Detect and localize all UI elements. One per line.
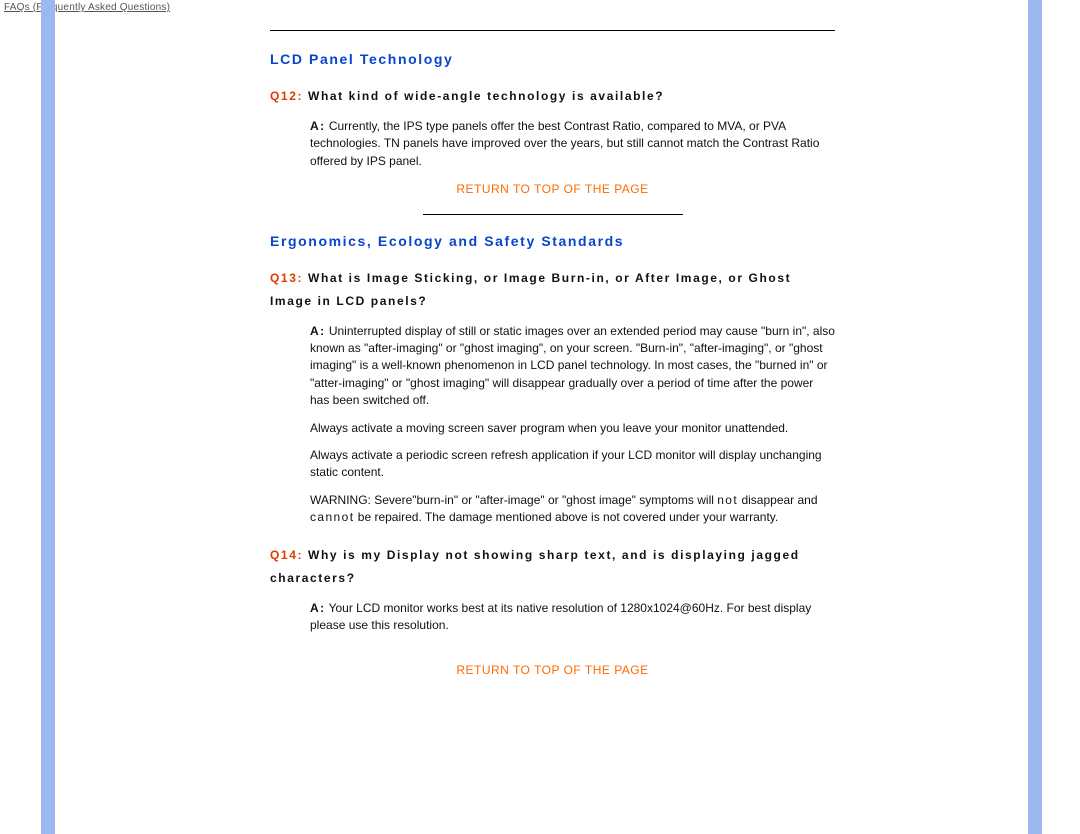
doc-header: FAQs (Frequently Asked Questions)	[0, 0, 1080, 13]
q14-text: Why is my Display not showing sharp text…	[270, 548, 800, 585]
right-margin-bar	[1028, 0, 1042, 834]
q12-label: Q12:	[270, 89, 303, 103]
q13-warn-not1: not	[717, 493, 738, 507]
q13-text: What is Image Sticking, or Image Burn-in…	[270, 271, 791, 308]
q12-line: Q12: What kind of wide-angle technology …	[270, 85, 835, 108]
q13-answer-2: Always activate a moving screen saver pr…	[310, 420, 835, 437]
return-top-link-1[interactable]: RETURN TO TOP OF THE PAGE	[270, 182, 835, 196]
section-title-lcd: LCD Panel Technology	[270, 51, 835, 67]
q12-answer-text: Currently, the IPS type panels offer the…	[310, 119, 819, 168]
q12-a-label: A:	[310, 119, 325, 133]
q13-warn-a: WARNING: Severe"burn-in" or "after-image…	[310, 493, 717, 507]
q13-a-label: A:	[310, 324, 325, 338]
q13-p1: Uninterrupted display of still or static…	[310, 324, 835, 408]
q14-label: Q14:	[270, 548, 303, 562]
q12-text: What kind of wide-angle technology is av…	[308, 89, 664, 103]
q13-answer-3: Always activate a periodic screen refres…	[310, 447, 835, 482]
q13-warn-b: disappear and	[738, 493, 817, 507]
q13-warn-c: be repaired. The damage mentioned above …	[354, 510, 778, 524]
q14-line: Q14: Why is my Display not showing sharp…	[270, 544, 835, 590]
page-root: FAQs (Frequently Asked Questions) LCD Pa…	[0, 0, 1080, 834]
content-column: LCD Panel Technology Q12: What kind of w…	[270, 30, 835, 691]
return-top-link-2[interactable]: RETURN TO TOP OF THE PAGE	[270, 663, 835, 677]
q13-line: Q13: What is Image Sticking, or Image Bu…	[270, 267, 835, 313]
q13-label: Q13:	[270, 271, 303, 285]
divider-mid	[423, 214, 683, 215]
q13-warn-not2: cannot	[310, 510, 354, 524]
q13-answer-1: A: Uninterrupted display of still or sta…	[310, 323, 835, 410]
q14-a-label: A:	[310, 601, 325, 615]
q14-answer-text: Your LCD monitor works best at its nativ…	[310, 601, 811, 632]
q12-answer: A: Currently, the IPS type panels offer …	[310, 118, 835, 170]
q13-warning: WARNING: Severe"burn-in" or "after-image…	[310, 492, 835, 527]
left-margin-bar	[41, 0, 55, 834]
section-title-ergo: Ergonomics, Ecology and Safety Standards	[270, 233, 835, 249]
q14-answer: A: Your LCD monitor works best at its na…	[310, 600, 835, 635]
divider-top	[270, 30, 835, 31]
